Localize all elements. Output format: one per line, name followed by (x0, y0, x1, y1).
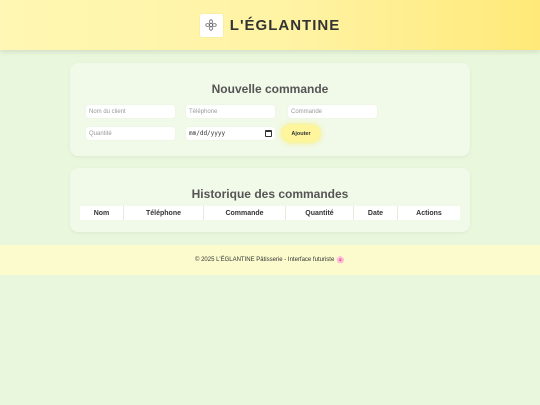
flower-icon: 🌸 (336, 257, 345, 264)
flower-logo-icon (199, 13, 223, 37)
column-header-name: Nom (80, 206, 124, 220)
quantity-input[interactable]: Quantité (86, 127, 175, 140)
new-order-title: Nouvelle commande (211, 82, 329, 96)
phone-placeholder: Téléphone (189, 108, 218, 115)
column-header-quantity: Quantité (286, 206, 354, 220)
order-input[interactable]: Commande (288, 105, 377, 118)
column-header-date: Date (354, 206, 398, 220)
date-value: mm/dd/yyyy (189, 130, 226, 137)
client-name-input[interactable]: Nom du client (86, 105, 175, 118)
add-button[interactable]: Ajouter (282, 125, 320, 142)
calendar-icon[interactable] (265, 130, 272, 137)
new-order-card: Nouvelle commande Nom du client Téléphon… (70, 63, 470, 156)
page-footer: © 2025 L'ÉGLANTINE Pâtisserie - Interfac… (0, 245, 540, 275)
brand-name: L'ÉGLANTINE (229, 16, 341, 34)
column-header-actions: Actions (398, 206, 460, 220)
date-input[interactable]: mm/dd/yyyy (186, 127, 275, 140)
column-header-phone: Téléphone (124, 206, 204, 220)
order-history-card: Historique des commandes Nom Téléphone C… (70, 168, 470, 232)
quantity-placeholder: Quantité (89, 130, 112, 137)
client-name-placeholder: Nom du client (89, 108, 126, 115)
footer-text: © 2025 L'ÉGLANTINE Pâtisserie - Interfac… (194, 257, 335, 263)
phone-input[interactable]: Téléphone (186, 105, 275, 118)
history-title: Historique des commandes (191, 187, 349, 201)
order-placeholder: Commande (291, 108, 323, 115)
column-header-order: Commande (204, 206, 286, 220)
app-header: L'ÉGLANTINE (0, 0, 540, 50)
history-table-header: Nom Téléphone Commande Quantité Date Act… (80, 206, 460, 220)
